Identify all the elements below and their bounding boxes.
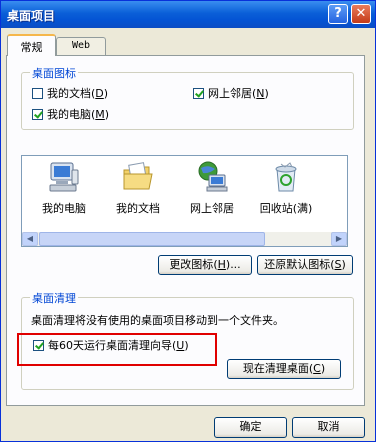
network-places-checkbox[interactable]: 网上邻居 (N) — [193, 85, 269, 101]
tab-web[interactable]: Web — [56, 37, 106, 56]
list-item-label: 网上邻居 — [190, 202, 234, 215]
recycle-bin-icon — [269, 160, 303, 194]
list-item-recycle-bin[interactable]: 回收 — [324, 160, 347, 216]
list-item-label: 回收 — [324, 200, 347, 216]
my-documents-checkbox[interactable]: 我的文档 (D) — [32, 85, 108, 101]
list-item-label: 我的电脑 — [42, 202, 86, 215]
tab-general[interactable]: 常规 — [7, 34, 56, 56]
my-documents-access-key: D — [95, 86, 104, 100]
scroll-right-icon[interactable]: ▶ — [331, 232, 347, 246]
title-bar[interactable]: 桌面项目 ? ✕ — [1, 1, 375, 28]
horizontal-scrollbar[interactable]: ◀ ▶ — [22, 232, 347, 246]
tab-web-label: Web — [71, 40, 91, 51]
tab-general-label: 常规 — [20, 41, 43, 54]
my-computer-checkbox-box[interactable] — [32, 108, 43, 120]
documents-folder-icon — [121, 160, 155, 194]
network-places-checkbox-box[interactable] — [193, 87, 204, 99]
list-item-recycle-bin-full[interactable]: 回收站(满) — [250, 160, 322, 216]
list-item-network[interactable]: 网上邻居 — [176, 160, 248, 216]
network-icon — [195, 160, 229, 194]
cancel-button[interactable]: 取消 — [292, 417, 365, 438]
my-documents-checkbox-box[interactable] — [32, 87, 43, 99]
change-icon-button[interactable]: 更改图标(H)... — [158, 255, 252, 275]
list-item-my-documents[interactable]: 我的文档 — [102, 160, 174, 216]
desktop-icons-group-title: 桌面图标 — [30, 65, 78, 81]
recycle-bin-icon — [343, 160, 347, 194]
close-button[interactable]: ✕ — [351, 4, 371, 24]
computer-icon — [47, 160, 81, 194]
desktop-cleanup-group-title: 桌面清理 — [30, 290, 78, 306]
list-item-my-computer[interactable]: 我的电脑 — [28, 160, 100, 216]
clean-desktop-now-button[interactable]: 现在清理桌面(C) — [227, 359, 341, 379]
ok-button[interactable]: 确定 — [214, 417, 287, 438]
help-button[interactable]: ? — [328, 4, 348, 24]
network-places-access-key: N — [256, 86, 265, 100]
restore-default-icon-button[interactable]: 还原默认图标(S) — [257, 255, 353, 275]
desktop-icon-list[interactable]: 我的电脑 我的文档 网上邻居 回收站(满) 回收 ◀ — [21, 155, 348, 247]
dialog-window: 桌面项目 ? ✕ 常规 Web 桌面图标 我的文档 (D) 网上邻居 (N) 我… — [0, 0, 376, 442]
my-computer-checkbox[interactable]: 我的电脑 (M) — [32, 106, 109, 122]
window-title: 桌面项目 — [7, 9, 56, 23]
my-computer-access-key: M — [95, 107, 105, 121]
scroll-thumb[interactable] — [39, 232, 265, 246]
highlight-box — [17, 333, 217, 366]
my-computer-checkbox-label: 我的电脑 — [47, 108, 91, 121]
network-places-checkbox-label: 网上邻居 — [208, 87, 252, 100]
my-documents-checkbox-label: 我的文档 — [47, 87, 91, 100]
list-item-label: 回收站(满) — [259, 202, 313, 215]
list-item-label: 我的文档 — [116, 202, 160, 215]
scroll-left-icon[interactable]: ◀ — [22, 232, 38, 246]
cleanup-description: 桌面清理将没有使用的桌面项目移动到一个文件夹。 — [31, 314, 284, 327]
